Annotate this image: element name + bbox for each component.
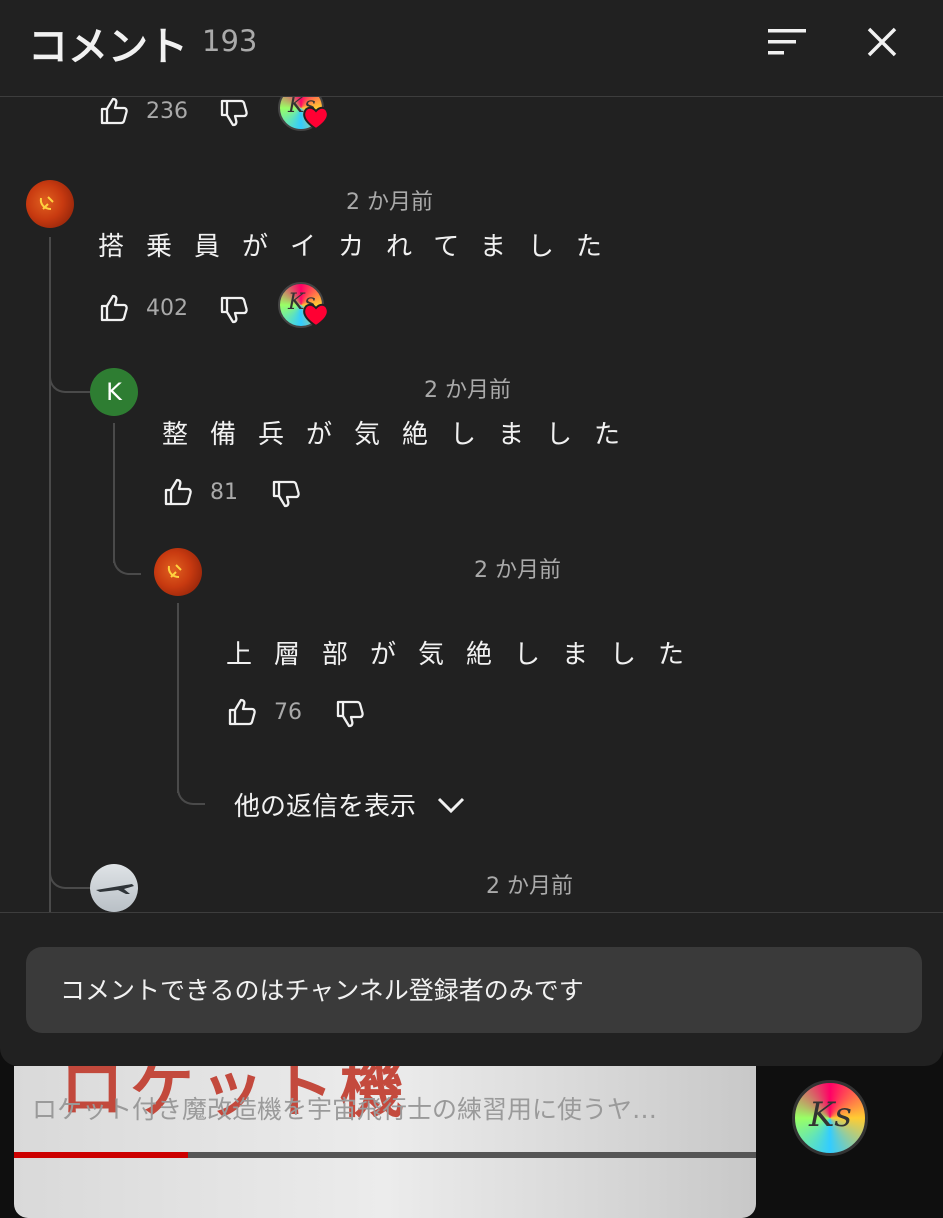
thumbs-up-icon	[164, 478, 192, 506]
thumbs-up-icon	[100, 294, 128, 322]
compose-placeholder: コメントできるのはチャンネル登録者のみです	[60, 976, 584, 1005]
comment-timestamp: 2 か月前	[424, 378, 511, 403]
dislike-button[interactable]	[218, 294, 250, 326]
heart-icon	[303, 303, 329, 328]
video-thumbnail[interactable]: ロケット機 ロケット付き魔改造機を宇宙飛行士の練習用に使うヤ…	[14, 1066, 756, 1218]
comment-list[interactable]: 236 Ks 2 か月前 搭乗員がイカれてました 402 Ks K 2 か月前	[0, 97, 943, 912]
comment-text: 上層部が気絶しました	[226, 640, 707, 670]
comment-timestamp: 2 か月前	[346, 190, 433, 215]
video-title: ロケット付き魔改造機を宇宙飛行士の練習用に使うヤ…	[32, 1095, 658, 1124]
thumbs-down-icon	[336, 700, 364, 728]
comment-compose-box[interactable]: コメントできるのはチャンネル登録者のみです	[26, 947, 922, 1033]
video-progress-bar[interactable]	[14, 1152, 756, 1158]
channel-logo-letters: Ks	[809, 1095, 852, 1135]
panel-title: コメント	[28, 24, 188, 70]
thumbs-up-icon	[100, 97, 128, 125]
creator-heart: Ks	[278, 282, 330, 334]
comment-text: 整備兵が気絶しました	[162, 420, 643, 450]
thumbs-down-icon	[220, 99, 248, 127]
reply-connector	[49, 837, 91, 889]
comment-text: 搭乗員がイカれてました	[98, 232, 624, 262]
close-icon	[867, 27, 897, 57]
comment-compose-area: コメントできるのはチャンネル登録者のみです	[0, 912, 943, 1066]
avatar-letter: K	[106, 378, 122, 406]
aircraft-icon	[96, 884, 134, 894]
avatar[interactable]	[154, 548, 202, 596]
heart-icon	[303, 106, 329, 131]
like-button[interactable]	[226, 696, 258, 728]
avatar[interactable]	[90, 864, 138, 912]
comment-count: 193	[202, 24, 258, 58]
like-count: 236	[146, 99, 188, 124]
comment-timestamp: 2 か月前	[486, 874, 573, 899]
thumbs-down-icon	[220, 296, 248, 324]
reply-connector	[113, 527, 141, 575]
avatar[interactable]: K	[90, 368, 138, 416]
dislike-button[interactable]	[218, 97, 250, 129]
like-button[interactable]	[162, 476, 194, 508]
thumbs-up-icon	[228, 698, 256, 726]
dislike-button[interactable]	[270, 478, 302, 510]
mini-player[interactable]: ロケット機 ロケット付き魔改造機を宇宙飛行士の練習用に使うヤ… Ks	[0, 1066, 943, 1218]
comments-header: コメント 193	[0, 0, 943, 97]
reply-connector	[49, 345, 91, 393]
video-progress-fill	[14, 1152, 189, 1158]
thumbs-down-icon	[272, 480, 300, 508]
comment-timestamp: 2 か月前	[474, 558, 561, 583]
like-button[interactable]	[98, 292, 130, 324]
sort-icon	[768, 29, 806, 55]
show-more-replies-button[interactable]: 他の返信を表示	[234, 786, 466, 823]
channel-avatar[interactable]: Ks	[792, 1080, 868, 1156]
hammer-sickle-icon	[39, 196, 54, 210]
thread-line	[49, 237, 51, 912]
show-more-replies-label: 他の返信を表示	[234, 792, 417, 822]
close-button[interactable]	[858, 18, 906, 66]
like-button[interactable]	[98, 97, 130, 127]
like-count: 402	[146, 296, 188, 321]
like-count: 81	[210, 480, 238, 505]
creator-heart: Ks	[278, 97, 330, 137]
chevron-down-icon	[437, 797, 465, 813]
comments-panel: コメント 193 236 Ks 2 か月前 搭乗員がイカれてました 402 Ks…	[0, 0, 943, 1066]
like-count: 76	[274, 700, 302, 725]
avatar[interactable]	[26, 180, 74, 228]
hammer-sickle-icon	[167, 564, 182, 578]
sort-button[interactable]	[762, 18, 810, 66]
dislike-button[interactable]	[334, 698, 366, 730]
reply-connector	[177, 757, 205, 805]
